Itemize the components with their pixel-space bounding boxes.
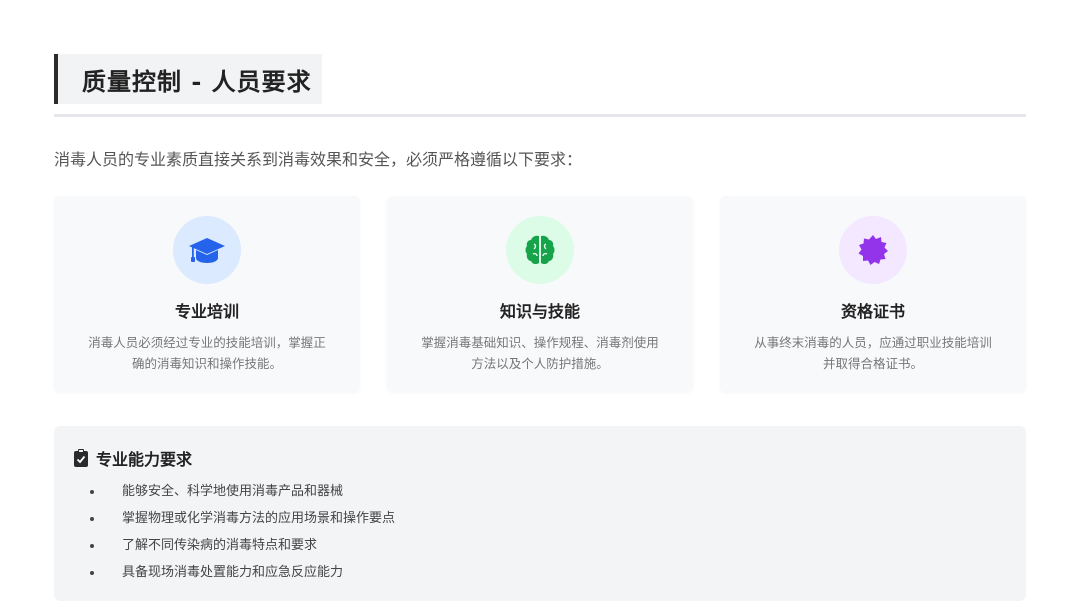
card-professional-training: 专业培训 消毒人员必须经过专业的技能培训，掌握正 确的消毒知识和操作技能。 bbox=[54, 196, 360, 392]
card-title: 知识与技能 bbox=[499, 302, 580, 321]
certificate-badge-icon-circle bbox=[839, 216, 907, 284]
bullet-dot bbox=[90, 570, 94, 575]
requirements-header: 专业能力要求 bbox=[74, 447, 192, 469]
list-item-text: 具备现场消毒处置能力和应急反应能力 bbox=[122, 565, 344, 580]
list-item: 具备现场消毒处置能力和应急反应能力 bbox=[90, 559, 395, 586]
page-title: 质量控制 - 人员要求 bbox=[82, 66, 312, 96]
requirements-panel: 专业能力要求 能够安全、科学地使用消毒产品和器械 掌握物理或化学消毒方法的应用场… bbox=[54, 426, 1026, 601]
list-item-text: 了解不同传染病的消毒特点和要求 bbox=[122, 538, 318, 553]
card-description-line: 确的消毒知识和操作技能。 bbox=[131, 356, 282, 371]
bullet-dot bbox=[90, 516, 94, 521]
list-item-text: 掌握物理或化学消毒方法的应用场景和操作要点 bbox=[122, 511, 396, 526]
graduation-cap-icon-circle bbox=[173, 216, 241, 284]
brain-icon-circle bbox=[506, 216, 574, 284]
card-qualification-certificate: 资格证书 从事终末消毒的人员，应通过职业技能培训 并取得合格证书。 bbox=[720, 196, 1026, 392]
list-item: 能够安全、科学地使用消毒产品和器械 bbox=[90, 478, 395, 505]
card-title: 资格证书 bbox=[840, 302, 905, 321]
list-item-text: 能够安全、科学地使用消毒产品和器械 bbox=[122, 484, 344, 499]
brain-icon bbox=[525, 235, 555, 265]
card-description-line: 从事终末消毒的人员，应通过职业技能培训 bbox=[754, 335, 992, 350]
card-knowledge-skills: 知识与技能 掌握消毒基础知识、操作规程、消毒剂使用 方法以及个人防护措施。 bbox=[387, 196, 693, 392]
card-title: 专业培训 bbox=[174, 302, 239, 321]
clipboard-check-icon bbox=[74, 449, 88, 467]
requirements-list: 能够安全、科学地使用消毒产品和器械 掌握物理或化学消毒方法的应用场景和操作要点 … bbox=[90, 478, 395, 586]
title-divider bbox=[54, 114, 1026, 117]
card-description: 从事终末消毒的人员，应通过职业技能培训 并取得合格证书。 bbox=[744, 332, 1002, 374]
card-description-line: 掌握消毒基础知识、操作规程、消毒剂使用 bbox=[421, 335, 659, 350]
bullet-dot bbox=[90, 543, 94, 548]
certificate-badge-icon bbox=[858, 235, 888, 265]
list-item: 掌握物理或化学消毒方法的应用场景和操作要点 bbox=[90, 505, 395, 532]
card-description-line: 并取得合格证书。 bbox=[822, 356, 923, 371]
card-row: 专业培训 消毒人员必须经过专业的技能培训，掌握正 确的消毒知识和操作技能。 知识… bbox=[54, 196, 1026, 392]
list-item: 了解不同传染病的消毒特点和要求 bbox=[90, 532, 395, 559]
page-title-block: 质量控制 - 人员要求 bbox=[54, 54, 322, 104]
graduation-cap-icon bbox=[189, 238, 225, 263]
intro-text: 消毒人员的专业素质直接关系到消毒效果和安全，必须严格遵循以下要求： bbox=[54, 150, 583, 169]
card-description: 掌握消毒基础知识、操作规程、消毒剂使用 方法以及个人防护措施。 bbox=[411, 332, 669, 374]
card-description-line: 方法以及个人防护措施。 bbox=[471, 356, 609, 371]
card-description-line: 消毒人员必须经过专业的技能培训，掌握正 bbox=[88, 335, 326, 350]
requirements-title: 专业能力要求 bbox=[96, 450, 193, 469]
card-description: 消毒人员必须经过专业的技能培训，掌握正 确的消毒知识和操作技能。 bbox=[78, 332, 336, 374]
slide: 质量控制 - 人员要求 消毒人员的专业素质直接关系到消毒效果和安全，必须严格遵循… bbox=[0, 0, 1080, 608]
bullet-dot bbox=[90, 489, 94, 494]
